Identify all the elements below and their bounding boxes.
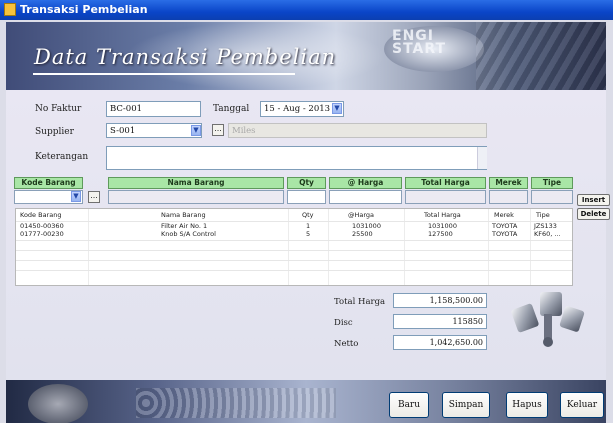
entry-nama-barang-field [108,190,284,204]
supplier-lookup-button[interactable]: ... [212,124,224,136]
col-tipe: Tipe [536,211,550,219]
delete-button[interactable]: Delete [577,208,610,220]
entry-total-harga-field [405,190,486,204]
no-faktur-field[interactable]: BC-001 [106,101,201,117]
total-harga-label: Total Harga [334,297,386,307]
entry-merek-field [489,190,528,204]
keterangan-field[interactable] [106,146,487,170]
gear-image [28,384,88,423]
netto-field: 1,042,650.00 [393,335,487,350]
tanggal-value: 15 - Aug - 2013 [264,104,331,114]
page-title: Data Transaksi Pembelian [34,45,337,69]
total-harga-field: 1,158,500.00 [393,293,487,308]
disc-label: Disc [334,318,353,328]
items-table[interactable]: Kode Barang Nama Barang Qty @Harga Total… [15,208,573,286]
keluar-button[interactable]: Keluar [560,392,604,418]
col-nama-barang: Nama Barang [161,211,206,219]
entry-header-nama-barang: Nama Barang [108,177,284,189]
col-merek: Merek [494,211,514,219]
items-table-header: Kode Barang Nama Barang Qty @Harga Total… [16,211,572,220]
hapus-button[interactable]: Hapus [506,392,548,418]
table-row[interactable]: 01777-00230 Knob S/A Control 5 25500 127… [16,230,572,239]
entry-header-tipe: Tipe [531,177,573,189]
entry-header-qty: Qty [287,177,326,189]
entry-header-merek: Merek [489,177,528,189]
no-faktur-label: No Faktur [35,104,82,114]
disc-field[interactable]: 115850 [393,314,487,329]
entry-harga-field[interactable] [329,190,402,204]
insert-button[interactable]: Insert [577,194,610,206]
supplier-value: S-001 [110,126,136,136]
supplier-label: Supplier [35,127,74,137]
supplier-name-field: Miles [228,123,487,138]
entry-tipe-field [531,190,573,204]
app-icon [4,3,16,16]
supplier-combo[interactable]: S-001 [106,123,202,138]
entry-qty-field[interactable] [287,190,326,204]
entry-header-total-harga: Total Harga [405,177,486,189]
calendar-dropdown-icon[interactable]: ▼ [332,103,342,114]
entry-header-harga: @ Harga [329,177,402,189]
col-kode-barang: Kode Barang [20,211,62,219]
kode-barang-dropdown-icon[interactable]: ▼ [71,191,81,202]
entry-header-kode-barang: Kode Barang [14,177,83,189]
piston-image [511,292,585,347]
col-total-harga: Total Harga [424,211,461,219]
window-title: Transaksi Pembelian [20,3,148,16]
keterangan-label: Keterangan [35,152,89,162]
simpan-button[interactable]: Simpan [442,392,490,418]
kode-barang-lookup-button[interactable]: ... [88,191,100,203]
keterangan-scrollbar[interactable] [477,147,487,169]
col-qty: Qty [302,211,314,219]
baru-button[interactable]: Baru [389,392,429,418]
title-bar[interactable]: Transaksi Pembelian [0,0,613,20]
title-underline [33,73,295,75]
tanggal-label: Tanggal [213,104,250,114]
engine-start-text: ENGI START [392,28,447,57]
netto-label: Netto [334,339,359,349]
col-harga: @Harga [348,211,375,219]
supplier-dropdown-icon[interactable]: ▼ [191,125,201,136]
